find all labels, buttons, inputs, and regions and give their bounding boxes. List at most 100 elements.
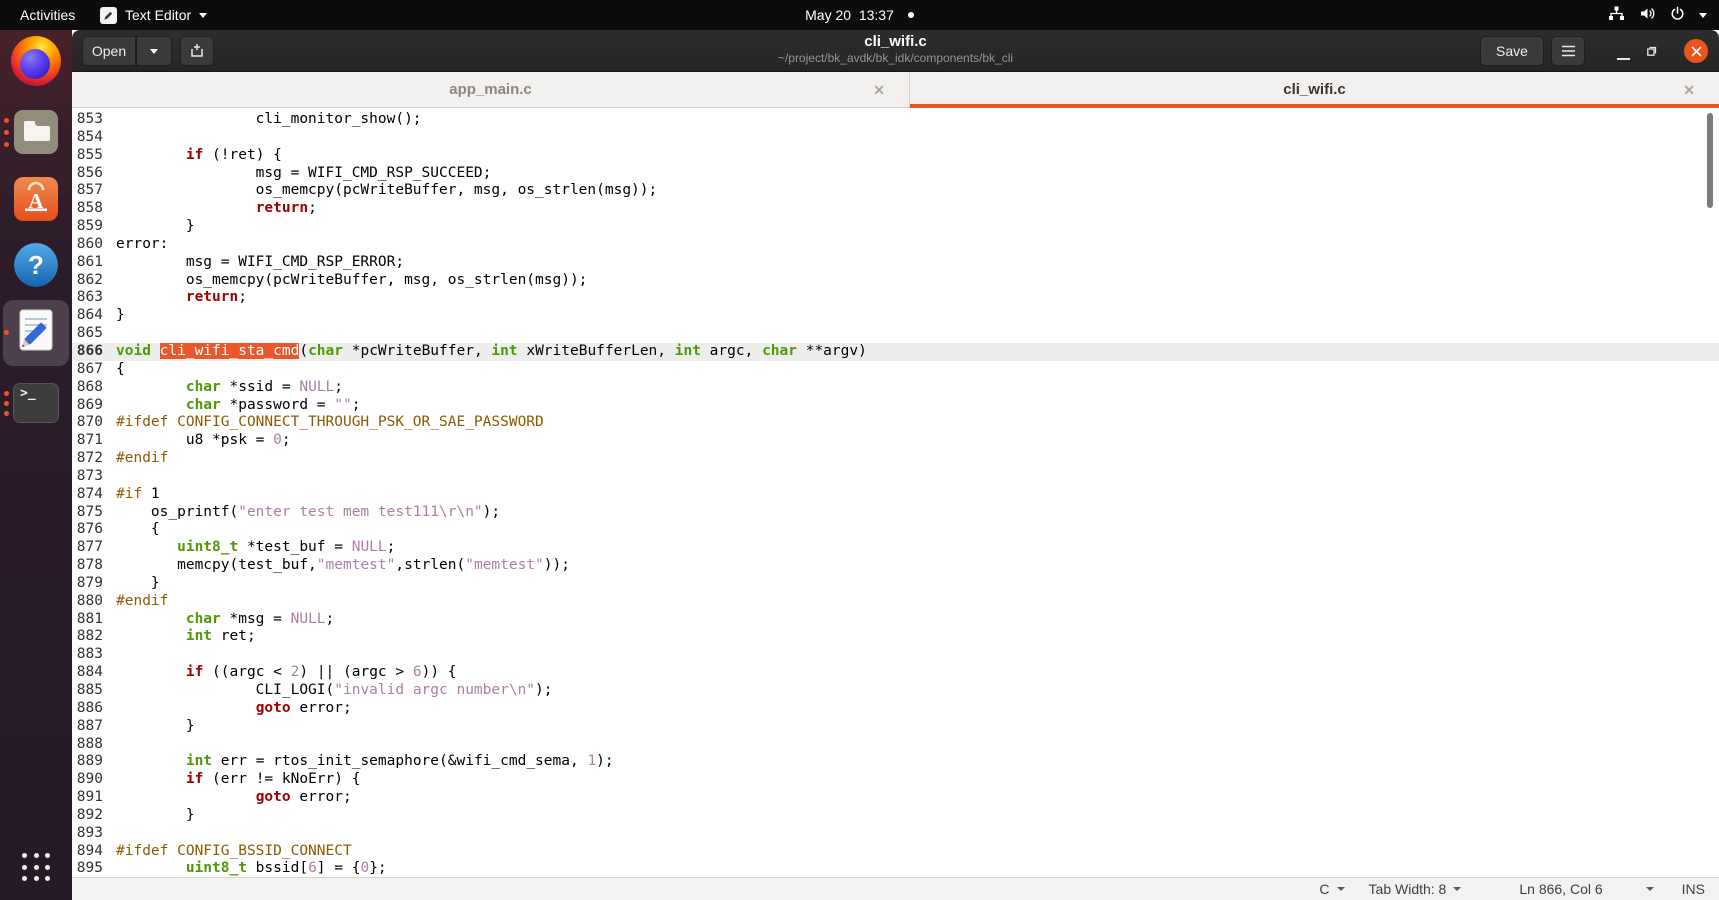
- code-line[interactable]: 886 goto error;: [72, 700, 1719, 718]
- line-number: 857: [72, 182, 110, 200]
- code-line[interactable]: 892 }: [72, 807, 1719, 825]
- code-line[interactable]: 862 os_memcpy(pcWriteBuffer, msg, os_str…: [72, 272, 1719, 290]
- ubuntu-software-icon: A: [14, 177, 58, 221]
- code-text: }: [116, 807, 195, 825]
- dock-item-files[interactable]: [14, 110, 58, 154]
- restore-button[interactable]: [1638, 42, 1666, 60]
- code-line[interactable]: 863 return;: [72, 289, 1719, 307]
- code-line[interactable]: 879 }: [72, 575, 1719, 593]
- line-number: 878: [72, 557, 110, 575]
- code-line[interactable]: 867{: [72, 361, 1719, 379]
- code-text: memcpy(test_buf,"memtest",strlen("memtes…: [116, 557, 570, 575]
- code-line[interactable]: 855 if (!ret) {: [72, 147, 1719, 165]
- code-line[interactable]: 875 os_printf("enter test mem test111\r\…: [72, 504, 1719, 522]
- clock[interactable]: May 20 13:37: [805, 7, 894, 23]
- code-line[interactable]: 882 int ret;: [72, 628, 1719, 646]
- code-line[interactable]: 890 if (err != kNoErr) {: [72, 771, 1719, 789]
- code-editor[interactable]: 853 cli_monitor_show();854855 if (!ret) …: [72, 108, 1719, 877]
- new-tab-button[interactable]: [180, 36, 214, 66]
- code-text: {: [116, 521, 160, 539]
- line-number: 858: [72, 200, 110, 218]
- code-line[interactable]: 873: [72, 468, 1719, 486]
- code-line[interactable]: 868 char *ssid = NULL;: [72, 379, 1719, 397]
- open-dropdown-button[interactable]: [136, 36, 172, 66]
- code-line[interactable]: 893: [72, 825, 1719, 843]
- code-line[interactable]: 887 }: [72, 718, 1719, 736]
- line-number: 888: [72, 736, 110, 754]
- dock-item-terminal[interactable]: [13, 383, 59, 423]
- app-menu-label: Text Editor: [125, 7, 191, 23]
- code-text: uint8_t bssid[6] = {0};: [116, 860, 387, 877]
- code-line[interactable]: 872#endif: [72, 450, 1719, 468]
- code-line[interactable]: 876 {: [72, 521, 1719, 539]
- line-number: 887: [72, 718, 110, 736]
- code-line[interactable]: 894#ifdef CONFIG_BSSID_CONNECT: [72, 843, 1719, 861]
- code-line[interactable]: 854: [72, 129, 1719, 147]
- dock-item-text-editor[interactable]: [14, 307, 58, 353]
- code-line[interactable]: 889 int err = rtos_init_semaphore(&wifi_…: [72, 753, 1719, 771]
- input-mode[interactable]: INS: [1682, 881, 1705, 897]
- dock-item-help[interactable]: ?: [14, 243, 58, 287]
- running-indicator-dot: [4, 330, 9, 335]
- code-line[interactable]: 865: [72, 325, 1719, 343]
- code-text: CLI_LOGI("invalid argc number\n");: [116, 682, 553, 700]
- app-menu[interactable]: Text Editor: [100, 0, 207, 30]
- code-line[interactable]: 895 uint8_t bssid[6] = {0};: [72, 860, 1719, 877]
- system-tray[interactable]: [1608, 0, 1707, 30]
- code-line[interactable]: 857 os_memcpy(pcWriteBuffer, msg, os_str…: [72, 182, 1719, 200]
- code-line[interactable]: 870#ifdef CONFIG_CONNECT_THROUGH_PSK_OR_…: [72, 414, 1719, 432]
- code-line[interactable]: 880#endif: [72, 593, 1719, 611]
- line-number: 873: [72, 468, 110, 486]
- chevron-down-icon: [1337, 887, 1345, 891]
- code-line[interactable]: 856 msg = WIFI_CMD_RSP_SUCCEED;: [72, 165, 1719, 183]
- code-text: }: [116, 575, 160, 593]
- code-line[interactable]: 874#if 1: [72, 486, 1719, 504]
- code-line[interactable]: 881 char *msg = NULL;: [72, 611, 1719, 629]
- cursor-position[interactable]: Ln 866, Col 6: [1519, 881, 1602, 897]
- goto-line-dropdown[interactable]: [1639, 887, 1654, 891]
- code-line[interactable]: 871 u8 *psk = 0;: [72, 432, 1719, 450]
- code-line[interactable]: 859 }: [72, 218, 1719, 236]
- firefox-icon: [20, 49, 50, 79]
- line-number: 870: [72, 414, 110, 432]
- files-icon: [14, 110, 58, 154]
- vertical-scrollbar-thumb[interactable]: [1707, 113, 1713, 208]
- tab-app-main-c[interactable]: app_main.c: [72, 72, 910, 107]
- code-line[interactable]: 864}: [72, 307, 1719, 325]
- activities-button[interactable]: Activities: [14, 0, 81, 30]
- code-line[interactable]: 860error:: [72, 236, 1719, 254]
- code-line[interactable]: 866void cli_wifi_sta_cmd(char *pcWriteBu…: [72, 343, 1719, 361]
- tab-bar: app_main.c cli_wifi.c: [72, 72, 1719, 108]
- hamburger-menu-button[interactable]: [1551, 36, 1585, 66]
- minimize-button[interactable]: [1608, 44, 1638, 60]
- dock-item-ubuntu-software[interactable]: A: [14, 177, 58, 221]
- code-line[interactable]: 878 memcpy(test_buf,"memtest",strlen("me…: [72, 557, 1719, 575]
- line-number: 885: [72, 682, 110, 700]
- show-applications-button[interactable]: [22, 853, 52, 885]
- code-line[interactable]: 853 cli_monitor_show();: [72, 111, 1719, 129]
- titlebar[interactable]: Open cli_wifi.c ~/project/bk_avdk/bk_idk…: [72, 30, 1719, 72]
- chevron-down-icon: [1646, 887, 1654, 891]
- code-line[interactable]: 858 return;: [72, 200, 1719, 218]
- code-line[interactable]: 869 char *password = "";: [72, 397, 1719, 415]
- open-button[interactable]: Open: [82, 36, 136, 66]
- tab-cli-wifi-c[interactable]: cli_wifi.c: [910, 72, 1719, 107]
- save-button[interactable]: Save: [1480, 36, 1544, 66]
- code-line[interactable]: 888: [72, 736, 1719, 754]
- code-line[interactable]: 891 goto error;: [72, 789, 1719, 807]
- line-number: 890: [72, 771, 110, 789]
- dock-item-firefox[interactable]: [11, 36, 61, 86]
- code-line[interactable]: 861 msg = WIFI_CMD_RSP_ERROR;: [72, 254, 1719, 272]
- tab-close-icon[interactable]: [1683, 83, 1695, 97]
- language-selector[interactable]: C: [1319, 881, 1344, 897]
- code-line[interactable]: 885 CLI_LOGI("invalid argc number\n");: [72, 682, 1719, 700]
- line-number: 892: [72, 807, 110, 825]
- tab-close-icon[interactable]: [873, 83, 885, 97]
- code-line[interactable]: 883: [72, 646, 1719, 664]
- code-line[interactable]: 877 uint8_t *test_buf = NULL;: [72, 539, 1719, 557]
- line-number: 894: [72, 843, 110, 861]
- tab-width-selector[interactable]: Tab Width: 8: [1369, 881, 1462, 897]
- line-number: 866: [72, 343, 110, 361]
- close-button[interactable]: [1684, 39, 1708, 63]
- code-line[interactable]: 884 if ((argc < 2) || (argc > 6)) {: [72, 664, 1719, 682]
